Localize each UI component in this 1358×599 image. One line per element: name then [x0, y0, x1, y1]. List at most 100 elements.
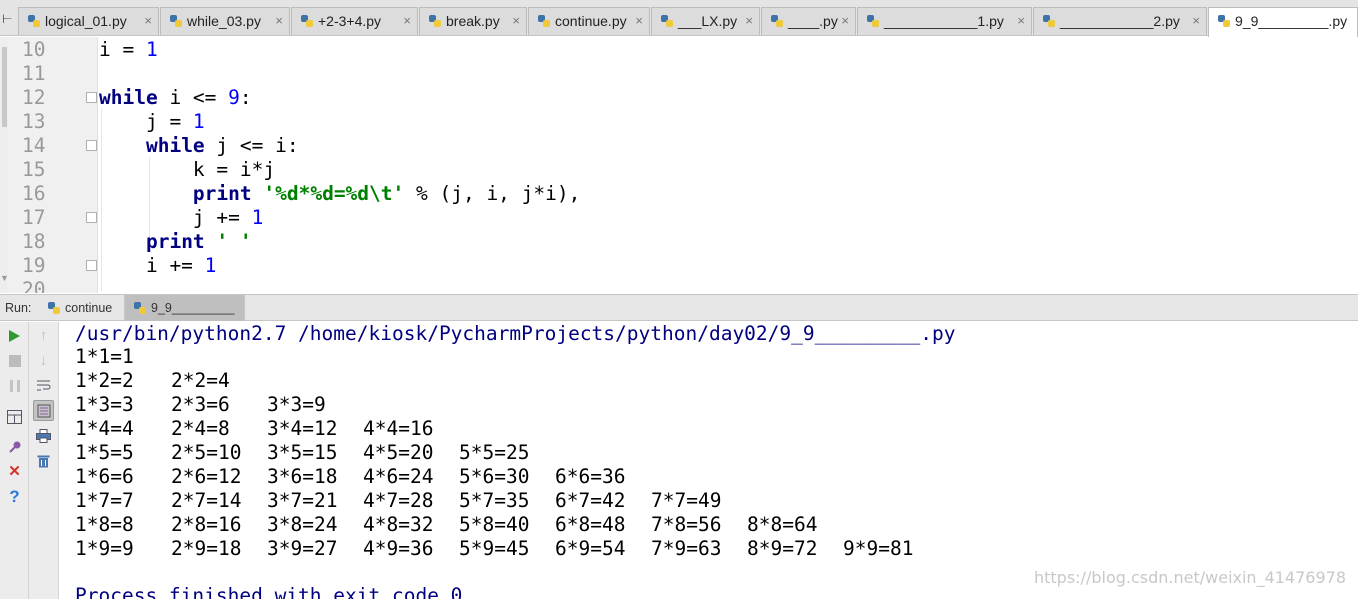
- line-number: 20: [22, 278, 46, 293]
- run-tab-label: continue: [65, 301, 113, 315]
- line-number: 14: [22, 134, 46, 157]
- run-tab-continue[interactable]: continue: [39, 295, 125, 321]
- python-file-icon: [170, 15, 182, 27]
- fold-marker-icon[interactable]: [86, 92, 97, 103]
- console-output-cell: 9*9=81: [843, 537, 914, 560]
- editor-tab[interactable]: break.py ×: [419, 7, 527, 35]
- code-line[interactable]: 16 print '%d*%d=%d\t' % (j, i, j*i),: [0, 182, 1358, 206]
- pause-icon[interactable]: [4, 375, 25, 396]
- stop-icon[interactable]: [4, 350, 25, 371]
- fold-marker-icon[interactable]: [86, 212, 97, 223]
- console-output-cell: 1*4=4: [75, 417, 134, 440]
- close-tab-icon[interactable]: ×: [745, 8, 753, 34]
- console-output-cell: 5*9=45: [459, 537, 530, 560]
- close-tab-icon[interactable]: ×: [512, 8, 520, 34]
- code-line[interactable]: 12 while i <= 9:: [0, 86, 1358, 110]
- rerun-icon[interactable]: [4, 325, 25, 346]
- code-line[interactable]: 10 i = 1: [0, 38, 1358, 62]
- close-tab-icon[interactable]: ×: [1192, 8, 1200, 34]
- tab-scroll-left-icon[interactable]: ⊢: [0, 7, 18, 34]
- console-output-cell: 2*4=8: [171, 417, 230, 440]
- run-label: Run:: [5, 301, 32, 315]
- editor-tab-label: 9_9_________.py: [1235, 13, 1348, 29]
- line-number: 19: [22, 254, 46, 277]
- code-editor[interactable]: ▼ 10 i = 1 11 12 while i <= 9: 13 j = 1 14 whi…: [0, 37, 1358, 293]
- console-output-cell: 4*4=16: [363, 417, 434, 440]
- console-output-cell: 1*7=7: [75, 489, 134, 512]
- code-line[interactable]: 19 i += 1: [0, 254, 1358, 278]
- python-file-icon: [48, 302, 60, 314]
- code-line[interactable]: 20: [0, 278, 1358, 293]
- code-text: print ' ': [145, 230, 252, 253]
- console-output-cell: 4*6=24: [363, 465, 434, 488]
- console-output-cell: 7*7=49: [651, 489, 722, 512]
- console-output-cell: 1*3=3: [75, 393, 134, 416]
- console-output-cell: 7*8=56: [651, 513, 722, 536]
- editor-tab[interactable]: ____________2.py ×: [1033, 7, 1207, 35]
- close-tab-icon[interactable]: ×: [403, 8, 411, 34]
- fold-marker-icon[interactable]: [86, 140, 97, 151]
- editor-tab[interactable]: while_03.py ×: [160, 7, 290, 35]
- editor-tab-label: while_03.py: [187, 13, 261, 29]
- python-file-icon: [771, 15, 783, 27]
- console-output-cell: 2*8=16: [171, 513, 242, 536]
- scroll-to-end-icon[interactable]: [33, 400, 54, 421]
- pin-icon[interactable]: [4, 436, 25, 457]
- editor-tab[interactable]: logical_01.py ×: [18, 7, 159, 35]
- trash-icon[interactable]: [33, 450, 54, 471]
- editor-tab-label: ____.py: [788, 13, 838, 29]
- run-tab-9-9[interactable]: 9_9_________: [125, 295, 245, 321]
- close-tab-icon[interactable]: ×: [635, 8, 643, 34]
- code-line[interactable]: 11: [0, 62, 1358, 86]
- editor-tab[interactable]: ____.py ×: [761, 7, 856, 35]
- code-text: i += 1: [99, 254, 217, 277]
- run-console-output[interactable]: /usr/bin/python2.7 /home/kiosk/PycharmPr…: [60, 322, 1358, 599]
- console-output-cell: 3*4=12: [267, 417, 338, 440]
- console-output-cell: 1*2=2: [75, 369, 134, 392]
- code-line[interactable]: 17 j += 1: [0, 206, 1358, 230]
- console-output-cell: 3*7=21: [267, 489, 338, 512]
- close-tab-icon[interactable]: ×: [144, 8, 152, 34]
- close-tab-icon[interactable]: ×: [1017, 8, 1025, 34]
- layout-icon[interactable]: [4, 406, 25, 427]
- soft-wrap-icon[interactable]: [33, 375, 54, 396]
- console-output-cell: 6*6=36: [555, 465, 626, 488]
- editor-tab-bar: ⊢ logical_01.py × while_03.py × +2-3+4.py × br…: [0, 0, 1358, 37]
- arrow-down-icon[interactable]: ↓: [33, 350, 54, 371]
- code-line[interactable]: 15 k = i*j: [0, 158, 1358, 182]
- close-tab-icon[interactable]: ×: [275, 8, 283, 34]
- console-output-cell: 1*9=9: [75, 537, 134, 560]
- console-output-cell: 1*8=8: [75, 513, 134, 536]
- arrow-up-icon[interactable]: ↑: [33, 325, 54, 346]
- run-panel-header: Run: continue 9_9_________: [0, 294, 1358, 321]
- console-output-cell: 6*8=48: [555, 513, 626, 536]
- console-output-cell: 2*6=12: [171, 465, 242, 488]
- code-line[interactable]: 18 print ' ': [0, 230, 1358, 254]
- fold-marker-icon[interactable]: [86, 260, 97, 271]
- line-number: 15: [22, 158, 46, 181]
- watermark: https://blog.csdn.net/weixin_41476978: [1033, 568, 1346, 587]
- code-text: j += 1: [99, 206, 264, 229]
- console-output-cell: 3*5=15: [267, 441, 338, 464]
- python-file-icon: [1043, 15, 1055, 27]
- editor-tab[interactable]: continue.py ×: [528, 7, 650, 35]
- line-number: 18: [22, 230, 46, 253]
- code-text: i = 1: [99, 38, 158, 61]
- editor-tab-label: ____________2.py: [1060, 13, 1180, 29]
- code-line[interactable]: 13 j = 1: [0, 110, 1358, 134]
- close-icon[interactable]: ✕: [4, 461, 25, 482]
- editor-tab[interactable]: 9_9_________.py: [1208, 7, 1358, 37]
- python-file-icon: [1218, 15, 1230, 27]
- help-icon[interactable]: ?: [4, 486, 25, 507]
- python-file-icon: [538, 15, 550, 27]
- editor-tab[interactable]: +2-3+4.py ×: [291, 7, 418, 35]
- editor-tab[interactable]: ____________1.py ×: [857, 7, 1032, 35]
- code-line[interactable]: 14 while j <= i:: [0, 134, 1358, 158]
- editor-tab[interactable]: ___LX.py ×: [651, 7, 760, 35]
- python-file-icon: [28, 15, 40, 27]
- close-tab-icon[interactable]: ×: [841, 8, 849, 34]
- console-output-cell: 4*8=32: [363, 513, 434, 536]
- print-icon[interactable]: [33, 425, 54, 446]
- code-text: j = 1: [99, 110, 205, 133]
- line-number: 17: [22, 206, 46, 229]
